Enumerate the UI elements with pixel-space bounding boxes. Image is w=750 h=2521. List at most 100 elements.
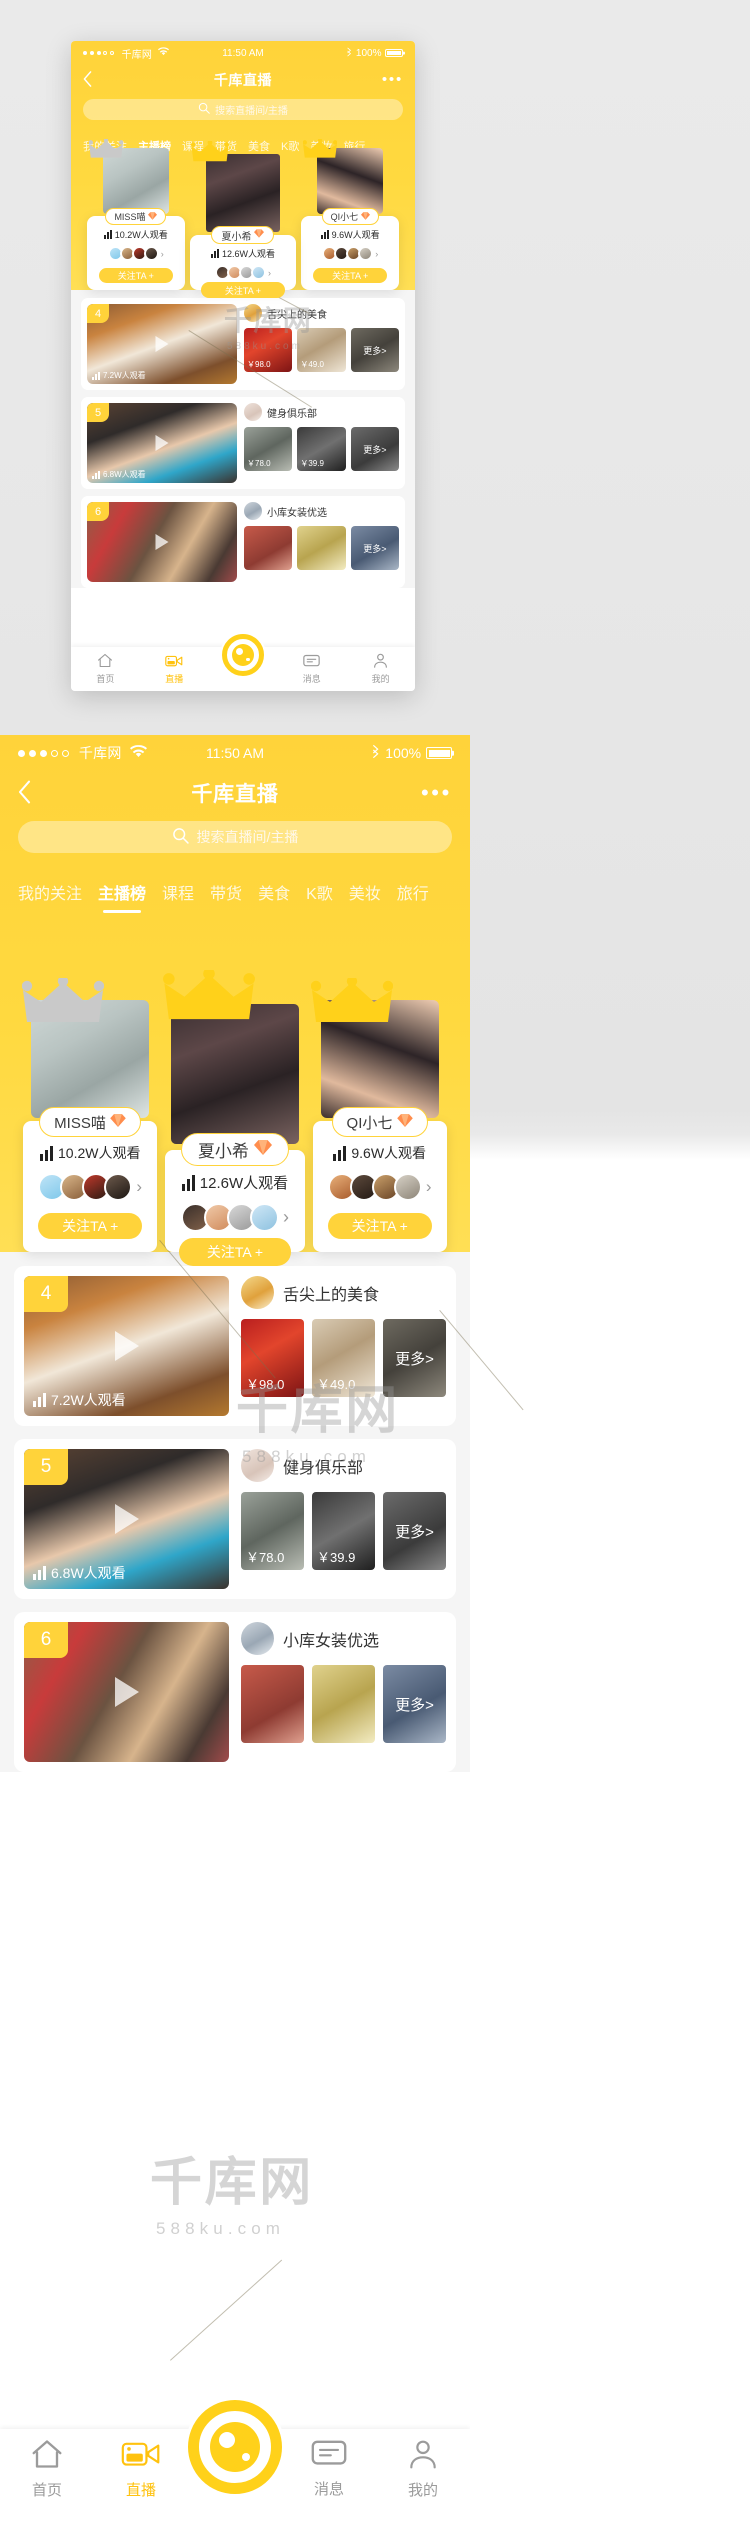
play-icon[interactable] <box>114 1504 139 1534</box>
tabbar-item-live[interactable]: 直播 <box>140 654 209 685</box>
table-row[interactable]: 6 小库女装优选 更多> <box>14 1612 456 1772</box>
goods-item[interactable]: ￥49.0 <box>297 328 346 372</box>
tabbar-item-mine[interactable]: 我的 <box>346 653 415 685</box>
tabbar-item-mine[interactable]: 我的 <box>376 2439 470 2500</box>
live-thumbnail[interactable]: 5 6.8W人观看 <box>87 403 237 483</box>
more-icon[interactable]: ••• <box>421 781 452 803</box>
play-icon[interactable] <box>155 336 169 352</box>
play-icon[interactable] <box>114 1331 139 1361</box>
fan-avatars-2[interactable]: › <box>38 1173 142 1201</box>
anchor-card-3[interactable]: QI小七 9.6W人观看 › 关注TA + <box>297 138 403 290</box>
goods-more-button[interactable]: 更多> <box>383 1665 446 1743</box>
table-row[interactable]: 5 6.8W人观看 健身俱乐部 ￥78.0 ￥39.9 更多> <box>81 397 405 489</box>
battery-icon <box>385 49 403 57</box>
follow-button-3[interactable]: 关注TA + <box>327 1213 432 1239</box>
tabbar-item-home[interactable]: 首页 <box>0 2439 94 2500</box>
fan-avatars-3[interactable]: › <box>322 246 378 261</box>
tabbar-item-live[interactable]: 直播 <box>94 2439 188 2500</box>
tab-travel[interactable]: 旅行 <box>397 880 429 904</box>
table-row[interactable]: 6 小库女装优选 更多> <box>81 496 405 588</box>
fan-avatars-1[interactable]: › <box>180 1203 289 1232</box>
tab-food[interactable]: 美食 <box>258 880 290 904</box>
goods-item[interactable]: ￥78.0 <box>244 427 293 471</box>
fan-avatars-3[interactable]: › <box>327 1173 432 1201</box>
category-tabs[interactable]: 我的关注 主播榜 课程 带货 美食 K歌 美妆 旅行 <box>18 866 452 913</box>
fan-avatar <box>250 265 266 280</box>
tab-goods[interactable]: 带货 <box>210 880 242 904</box>
chevron-right-icon[interactable]: › <box>375 249 378 259</box>
row-detail: 舌尖上的美食 ￥98.0 ￥49.0 更多> <box>244 304 399 384</box>
tabbar-item-message[interactable]: 消息 <box>277 654 346 685</box>
anchor-viewers-label-2: 10.2W人观看 <box>114 230 168 240</box>
chevron-right-icon[interactable]: › <box>136 1177 142 1197</box>
goods-more-button[interactable]: 更多> <box>383 1492 446 1570</box>
goods-more-button[interactable]: 更多> <box>383 1319 446 1397</box>
follow-button-1[interactable]: 关注TA + <box>200 282 286 298</box>
play-icon[interactable] <box>114 1677 139 1707</box>
tab-ktv[interactable]: K歌 <box>306 880 333 904</box>
goods-item[interactable]: ￥98.0 <box>241 1319 304 1397</box>
goods-more-button[interactable]: 更多> <box>350 526 399 570</box>
play-icon[interactable] <box>155 534 169 550</box>
goods-item[interactable] <box>241 1665 304 1743</box>
fan-avatars-2[interactable]: › <box>107 246 164 261</box>
live-thumbnail[interactable]: 4 7.2W人观看 <box>87 304 237 384</box>
goods-item[interactable]: ￥39.9 <box>312 1492 375 1570</box>
goods-item[interactable]: ￥49.0 <box>312 1319 375 1397</box>
goods-item[interactable] <box>244 526 293 570</box>
goods-more-button[interactable]: 更多> <box>350 427 399 471</box>
follow-button-2[interactable]: 关注TA + <box>38 1213 143 1239</box>
tabbar-item-message[interactable]: 消息 <box>282 2439 376 2499</box>
shop-header[interactable]: 小库女装优选 <box>241 1622 446 1655</box>
anchor-card-1[interactable]: 夏小希 12.6W人观看 › 关注TA + <box>189 140 298 298</box>
shop-header[interactable]: 舌尖上的美食 <box>244 304 399 322</box>
goods-item[interactable] <box>297 526 346 570</box>
chevron-right-icon[interactable]: › <box>161 249 164 259</box>
search-input[interactable]: 搜索直播间/主播 <box>83 99 403 120</box>
tab-anchor-rank[interactable]: 主播榜 <box>98 880 146 913</box>
anchor-card-2[interactable]: MISS喵 10.2W人观看 › 关注TA + <box>83 138 189 290</box>
goods-item[interactable] <box>312 1665 375 1743</box>
shop-header[interactable]: 小库女装优选 <box>244 502 399 520</box>
crown-icon-gold <box>190 140 229 168</box>
live-thumbnail[interactable]: 6 <box>24 1622 229 1762</box>
anchor-card-2[interactable]: MISS喵 10.2W人观看 › 关注TA + <box>18 976 163 1252</box>
anchor-card-1[interactable]: 夏小希 12.6W人观看 › 关注TA + <box>162 967 308 1266</box>
chevron-right-icon[interactable]: › <box>426 1177 432 1197</box>
tab-my-follow[interactable]: 我的关注 <box>18 880 82 904</box>
goods-more-button[interactable]: 更多> <box>350 328 399 372</box>
shop-header[interactable]: 舌尖上的美食 <box>241 1276 446 1309</box>
back-icon[interactable] <box>83 70 92 90</box>
anchor-name-pill-3: QI小七 <box>321 208 379 225</box>
shutter-button[interactable] <box>220 632 266 678</box>
status-bar: 千库网 11:50 AM 100% <box>83 41 403 65</box>
chevron-right-icon[interactable]: › <box>268 268 271 278</box>
shop-header[interactable]: 健身俱乐部 <box>244 403 399 421</box>
follow-button-2[interactable]: 关注TA + <box>98 268 173 283</box>
anchor-card-3[interactable]: QI小七 9.6W人观看 › 关注TA + <box>307 976 452 1252</box>
live-thumbnail[interactable]: 5 6.8W人观看 <box>24 1449 229 1589</box>
shutter-button[interactable] <box>185 2397 285 2497</box>
fan-avatars-1[interactable]: › <box>214 265 271 280</box>
rank-badge: 6 <box>87 502 109 521</box>
goods-item[interactable]: ￥98.0 <box>244 328 293 372</box>
shop-header[interactable]: 健身俱乐部 <box>241 1449 446 1482</box>
back-icon[interactable] <box>18 780 31 806</box>
play-icon[interactable] <box>155 435 169 451</box>
tab-beauty[interactable]: 美妆 <box>349 880 381 904</box>
goods-item[interactable]: ￥39.9 <box>297 427 346 471</box>
follow-button-3[interactable]: 关注TA + <box>313 268 388 283</box>
table-row[interactable]: 4 7.2W人观看 舌尖上的美食 ￥98.0 ￥49.0 更多> <box>81 298 405 390</box>
table-row[interactable]: 4 7.2W人观看 舌尖上的美食 ￥98.0 ￥49.0 更多> <box>14 1266 456 1426</box>
table-row[interactable]: 5 6.8W人观看 健身俱乐部 ￥78.0 ￥39.9 更多> <box>14 1439 456 1599</box>
tab-food[interactable]: 美食 <box>248 138 270 154</box>
chevron-right-icon[interactable]: › <box>283 1207 289 1228</box>
live-thumbnail[interactable]: 6 <box>87 502 237 582</box>
follow-button-1[interactable]: 关注TA + <box>178 1238 292 1266</box>
tab-course[interactable]: 课程 <box>162 880 194 904</box>
tabbar-item-home[interactable]: 首页 <box>71 653 140 685</box>
search-input[interactable]: 搜索直播间/主播 <box>18 821 452 853</box>
more-icon[interactable]: ••• <box>382 72 403 87</box>
live-thumbnail[interactable]: 4 7.2W人观看 <box>24 1276 229 1416</box>
goods-item[interactable]: ￥78.0 <box>241 1492 304 1570</box>
